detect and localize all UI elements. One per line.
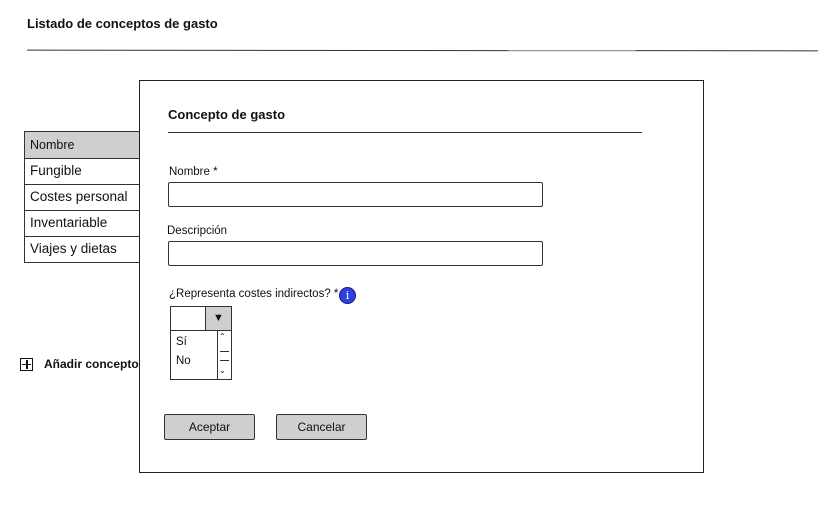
dialog-title: Concepto de gasto xyxy=(168,107,286,122)
option-no[interactable]: No xyxy=(176,355,191,367)
info-icon[interactable]: i xyxy=(339,287,356,304)
scroll-up-icon[interactable]: ⌃ xyxy=(219,333,226,341)
scroll-down-icon[interactable]: ⌄ xyxy=(219,367,226,375)
cancel-button[interactable]: Cancelar xyxy=(276,414,367,440)
nombre-input[interactable] xyxy=(168,182,543,207)
chevron-down-icon[interactable]: ▼ xyxy=(205,307,231,330)
option-si[interactable]: Sí xyxy=(176,336,187,348)
add-concept-link[interactable]: Añadir concepto d xyxy=(20,357,149,371)
scroll-thumb[interactable] xyxy=(220,351,229,361)
nombre-label: Nombre * xyxy=(169,166,218,178)
descripcion-label: Descripción xyxy=(167,225,228,237)
page-title: Listado de conceptos de gasto xyxy=(27,16,218,31)
plus-icon xyxy=(20,357,33,371)
descripcion-input[interactable] xyxy=(168,241,543,266)
indirect-costs-label: ¿Representa costes indirectos? * xyxy=(169,288,339,300)
options-scrollbar[interactable]: ⌃ ⌄ xyxy=(217,331,231,379)
accept-button[interactable]: Aceptar xyxy=(164,414,255,440)
indirect-costs-select[interactable]: ▼ xyxy=(170,306,232,331)
concept-dialog: Concepto de gasto Nombre * Descripción ¿… xyxy=(139,80,704,473)
title-divider xyxy=(26,49,819,52)
indirect-costs-options: Sí No ⌃ ⌄ xyxy=(170,331,232,380)
dialog-title-divider xyxy=(168,132,642,133)
add-concept-label: Añadir concepto d xyxy=(44,357,150,371)
